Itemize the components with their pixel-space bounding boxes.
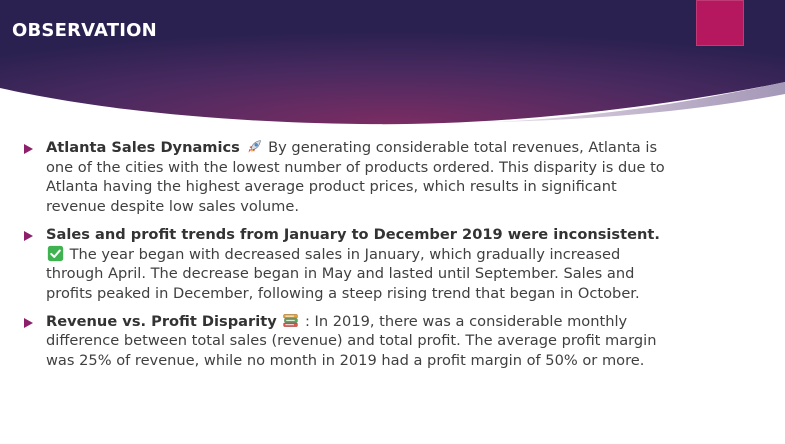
bullet-marker-icon — [24, 230, 33, 241]
bullet-revenue-profit: Revenue vs. Profit Disparity : In 2019, … — [22, 312, 672, 371]
bullet-heading: Atlanta Sales Dynamics — [46, 139, 240, 156]
check-mark-icon — [47, 245, 64, 261]
bullet-sales-profit-trends: Sales and profit trends from January to … — [22, 225, 672, 304]
rocket-icon — [248, 140, 261, 153]
bullet-heading: Revenue vs. Profit Disparity — [46, 312, 277, 330]
bullet-heading: Sales and profit trends from January to … — [46, 225, 660, 243]
slide-title: OBSERVATION — [12, 20, 157, 41]
slide: OBSERVATION Atlanta Sales Dynamics By ge… — [0, 0, 785, 444]
bullet-text: The year began with decreased sales in J… — [46, 245, 640, 302]
books-icon — [283, 313, 298, 327]
bullet-list: Atlanta Sales Dynamics By generating con… — [22, 138, 672, 379]
bullet-marker-icon — [24, 317, 33, 328]
bullet-atlanta-sales: Atlanta Sales Dynamics By generating con… — [22, 138, 672, 217]
accent-square — [696, 0, 744, 46]
bullet-marker-icon — [24, 144, 33, 154]
